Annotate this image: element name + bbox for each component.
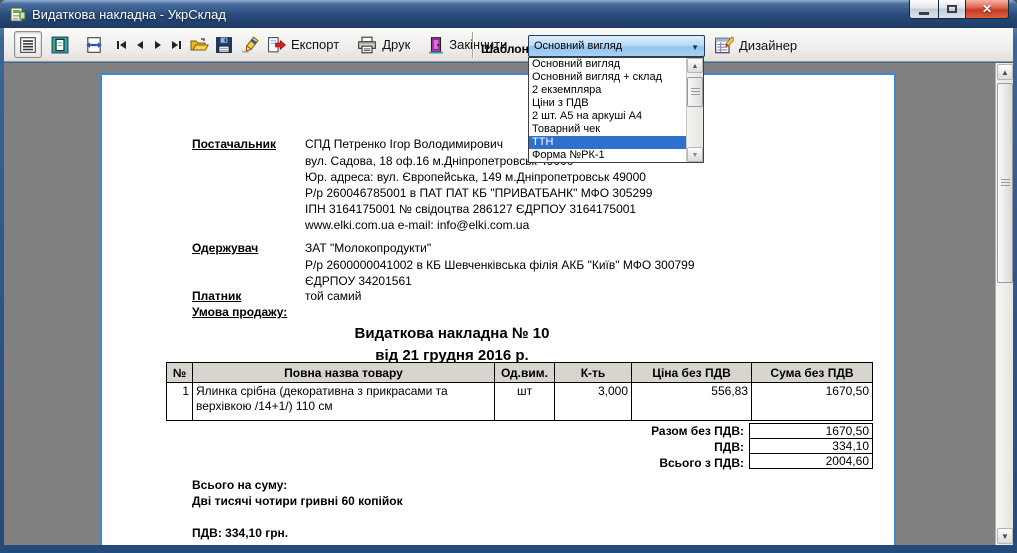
next-page-icon: [151, 38, 165, 52]
close-button[interactable]: ✕: [965, 0, 1009, 19]
designer-button[interactable]: Дизайнер: [712, 32, 799, 59]
save-button[interactable]: [213, 31, 235, 58]
print-button[interactable]: Друк: [355, 31, 412, 58]
items-table-header: № Повна назва товару Од.вим. К-ть Ціна б…: [167, 363, 873, 383]
dropdown-scroll-up-icon[interactable]: ▲: [687, 58, 703, 73]
page-lines-icon: [19, 36, 37, 54]
total-vat-value: 334,10: [749, 438, 873, 454]
view-page-width-button[interactable]: [80, 31, 108, 58]
designer-icon: [714, 36, 734, 55]
page-width-icon: [85, 36, 103, 54]
dropdown-item[interactable]: Основний вигляд + склад: [529, 71, 686, 84]
dropdown-scrollbar[interactable]: ▲ ▼: [686, 58, 703, 162]
open-folder-icon: [189, 36, 209, 54]
first-page-icon: [115, 38, 129, 52]
scroll-down-icon[interactable]: ▼: [997, 528, 1013, 544]
edit-button[interactable]: [239, 31, 263, 58]
scroll-up-icon[interactable]: ▲: [997, 64, 1013, 80]
dropdown-item[interactable]: Ціни з ПДВ: [529, 97, 686, 110]
receiver-details: Р/р 2600000041002 в КБ Шевченківська філ…: [305, 257, 695, 289]
export-button[interactable]: Експорт: [265, 31, 341, 58]
export-label: Експорт: [291, 37, 339, 52]
edit-pencil-icon: [241, 36, 261, 54]
prev-page-button[interactable]: [132, 33, 147, 57]
export-icon: [267, 36, 286, 54]
supplier-name: СПД Петренко Ігор Володимирович: [305, 137, 503, 151]
template-combobox[interactable]: Основний вигляд ▼: [528, 35, 705, 57]
maximize-button[interactable]: [938, 0, 966, 19]
total-gross-label: Всього з ПДВ:: [166, 456, 744, 472]
invoice-title: Видаткова накладна № 10: [102, 325, 802, 342]
minimize-button[interactable]: [909, 0, 939, 19]
exit-door-icon: [428, 36, 444, 54]
dropdown-item[interactable]: 2 екземпляра: [529, 84, 686, 97]
template-dropdown-list: Основний вигляд Основний вигляд + склад …: [528, 57, 704, 163]
dropdown-item[interactable]: 2 шт. А5 на аркуші А4: [529, 110, 686, 123]
invoice-document: Постачальник СПД Петренко Ігор Володимир…: [102, 75, 894, 545]
receiver-name: ЗАТ "Молокопродукти": [305, 241, 431, 255]
printer-icon: [357, 36, 377, 54]
close-icon: ✕: [982, 2, 992, 16]
designer-label: Дизайнер: [739, 38, 797, 53]
total-net-label: Разом без ПДВ:: [166, 424, 744, 440]
sum-in-words: Дві тисячі чотири гривні 60 копійок: [192, 494, 403, 508]
prev-page-icon: [133, 38, 147, 52]
supplier-label: Постачальник: [192, 137, 276, 151]
template-combobox-value: Основний вигляд: [534, 40, 622, 52]
sum-in-words-label: Всього на суму:: [192, 478, 287, 492]
first-page-button[interactable]: [114, 33, 129, 57]
print-label: Друк: [382, 37, 410, 52]
dropdown-item[interactable]: Товарний чек: [529, 123, 686, 136]
dropdown-item[interactable]: Основний вигляд: [529, 58, 686, 71]
chevron-down-icon: ▼: [691, 43, 699, 52]
toolbar-separator: [472, 32, 473, 58]
window-title: Видаткова накладна - УкрСклад: [32, 7, 226, 22]
vat-amount-line: ПДВ: 334,10 грн.: [192, 526, 288, 540]
supplier-details: вул. Садова, 18 оф.16 м.Дніпропетровськ …: [305, 153, 652, 233]
view-whole-page-button[interactable]: [46, 31, 74, 58]
next-page-button[interactable]: [150, 33, 165, 57]
save-floppy-icon: [215, 36, 233, 54]
view-continuous-button[interactable]: [14, 31, 42, 58]
receiver-label: Одержувач: [192, 241, 258, 255]
total-vat-label: ПДВ:: [166, 440, 744, 456]
total-gross-value: 2004,60: [749, 453, 873, 469]
template-label: Шаблон:: [481, 42, 533, 56]
app-icon: [9, 6, 26, 22]
dropdown-scroll-down-icon[interactable]: ▼: [687, 147, 703, 162]
toolbar: Експорт Друк Закінчити Шаблон:: [4, 28, 1013, 62]
scrollbar-thumb[interactable]: [997, 83, 1013, 283]
maximize-icon: [947, 5, 957, 13]
payer-label: Платник: [192, 289, 241, 303]
payer-value: той самий: [305, 289, 361, 303]
total-net-value: 1670,50: [749, 423, 873, 439]
dropdown-item-selected[interactable]: ТТН: [529, 136, 686, 149]
app-window: Видаткова накладна - УкрСклад ✕: [0, 0, 1017, 553]
thumb-gripper: [1001, 179, 1010, 187]
titlebar[interactable]: Видаткова накладна - УкрСклад ✕: [0, 0, 1017, 28]
document-page: Постачальник СПД Петренко Ігор Володимир…: [100, 73, 896, 545]
last-page-button[interactable]: [168, 33, 183, 57]
table-row: 1 Ялинка срібна (декоративна з прикрасам…: [167, 383, 873, 421]
dropdown-item[interactable]: Форма №РК-1: [529, 149, 686, 162]
minimize-icon: [919, 12, 929, 15]
terms-label: Умова продажу:: [192, 305, 287, 319]
items-table: № Повна назва товару Од.вим. К-ть Ціна б…: [166, 362, 873, 421]
thumb-gripper: [691, 88, 700, 96]
preview-area: Постачальник СПД Петренко Ігор Володимир…: [4, 63, 1013, 545]
vertical-scrollbar[interactable]: ▲ ▼: [995, 63, 1013, 545]
open-button[interactable]: [187, 31, 211, 58]
last-page-icon: [169, 38, 183, 52]
whole-page-icon: [51, 36, 69, 54]
dropdown-scrollbar-thumb[interactable]: [687, 77, 703, 107]
